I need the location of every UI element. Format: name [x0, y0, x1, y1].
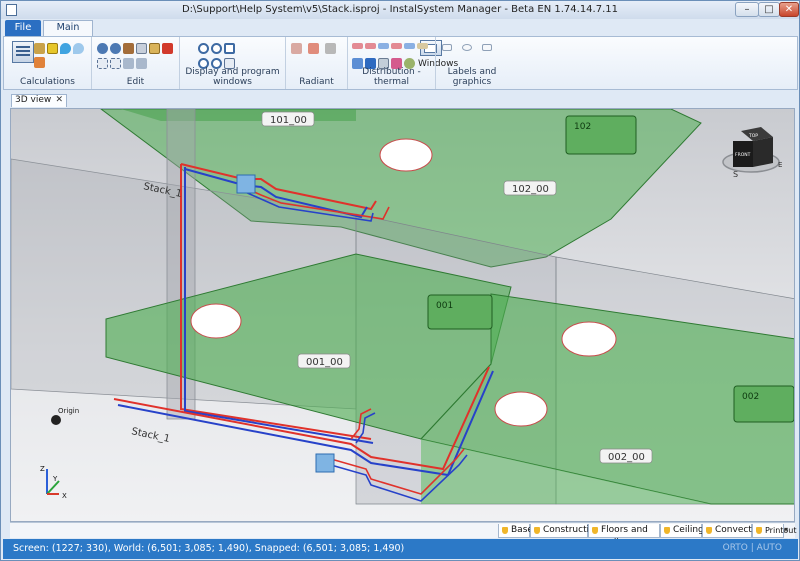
status-bar: Screen: (1227; 330), World: (6,501; 3,08…	[3, 539, 798, 559]
drop-light-icon[interactable]	[73, 43, 84, 54]
orto-toggle[interactable]: ORTO	[723, 543, 748, 553]
tab-3d-view-label: 3D view	[15, 95, 52, 105]
view-cube-front-label: FRONT	[735, 152, 751, 158]
redo-icon[interactable]	[110, 43, 121, 54]
compass-south: S	[733, 170, 738, 179]
ribbon-group-distribution: Distribution - thermal	[348, 37, 436, 89]
edit-label: Edit	[126, 77, 145, 87]
radiant-settings-icon[interactable]	[325, 43, 336, 54]
origin-marker	[51, 415, 61, 425]
auto-toggle[interactable]: AUTO	[757, 543, 782, 553]
window-title: D:\Support\Help System\v5\Stack.isproj -…	[181, 4, 618, 15]
report-icon[interactable]	[34, 43, 45, 54]
info-plate-002-title: 002	[742, 392, 759, 402]
room-circle-2	[190, 303, 242, 339]
room-tag-1: 101_00	[270, 115, 307, 126]
more-tabs-icon[interactable]: ▾	[784, 525, 788, 534]
manifold-lower	[315, 453, 335, 473]
room-tag-4: 002_00	[608, 452, 645, 463]
ribbon-group-labels: Labels and graphics	[436, 37, 508, 89]
document-tab-strip: 3D view ✕	[3, 93, 798, 107]
check-icon[interactable]	[47, 43, 58, 54]
info-plate-001-title: 001	[436, 301, 453, 311]
maximize-button[interactable]: □	[758, 2, 780, 17]
ribbon-group-display: Windows Display and program windows	[180, 37, 458, 89]
axis-x-label: X	[62, 492, 67, 500]
zoom-in-icon[interactable]	[198, 43, 209, 54]
tab-ceiling[interactable]: Ceiling	[660, 524, 704, 538]
manifold-upper	[236, 174, 256, 194]
ribbon-tab-row: File Main tools	[1, 19, 799, 47]
label-ellipse-icon[interactable]	[462, 44, 472, 51]
room-tag-3: 001_00	[306, 357, 343, 368]
info-plate-102-title: 102	[574, 122, 591, 132]
compass-east: E	[778, 161, 782, 169]
tab-3d-view[interactable]: 3D view ✕	[11, 94, 67, 107]
paste-icon[interactable]	[149, 43, 160, 54]
label-rectangle-icon[interactable]	[442, 44, 452, 51]
pipe-return-icon[interactable]	[365, 43, 376, 49]
copy-icon[interactable]	[136, 43, 147, 54]
3d-scene[interactable]: 101_00 102_00 001_00 002_00 102 001 002 …	[11, 109, 795, 522]
3d-viewport[interactable]: 101_00 102_00 001_00 002_00 102 001 002 …	[10, 108, 795, 522]
room-tag-2: 102_00	[512, 184, 549, 195]
close-button[interactable]: ✕	[779, 2, 799, 17]
calculations-label: Calculations	[20, 77, 75, 87]
tab-file[interactable]: File	[5, 20, 41, 36]
status-coordinates: Screen: (1227; 330), World: (6,501; 3,08…	[13, 543, 405, 554]
radiant-label: Radiant	[299, 77, 334, 87]
tab-convector[interactable]: Convector	[702, 524, 761, 538]
pipe-blue-icon[interactable]	[378, 43, 389, 49]
tab-floors-and-walls[interactable]: Floors and walls	[588, 524, 660, 548]
pipe-misc-icon[interactable]	[417, 43, 428, 49]
tab-construction[interactable]: Construction	[530, 524, 600, 538]
axis-z-label: Z	[40, 465, 45, 473]
zoom-out-icon[interactable]	[211, 43, 222, 54]
pipe-pair-icon[interactable]	[404, 43, 415, 49]
ribbon-group-radiant: Radiant	[286, 37, 348, 89]
drop-icon[interactable]	[60, 43, 71, 54]
tab-main-tools[interactable]: Main tools	[43, 20, 93, 47]
zoom-extents-icon[interactable]	[224, 43, 235, 54]
radiant-loop-icon[interactable]	[291, 43, 302, 54]
tab-close-icon[interactable]: ✕	[55, 95, 63, 106]
room-circle-3	[561, 321, 617, 357]
tab-base[interactable]: Base	[498, 524, 533, 538]
ribbon-group-edit: Edit	[92, 37, 180, 89]
pipe-red-icon[interactable]	[391, 43, 402, 49]
layer-tab-strip: Base Construction Floors and walls Ceili…	[10, 522, 797, 548]
status-modes: ORTO | AUTO	[723, 539, 782, 558]
minimize-button[interactable]: –	[735, 2, 759, 17]
stack-label-lower: Stack_1	[130, 426, 170, 445]
pipe-supply-icon[interactable]	[352, 43, 363, 49]
duplicate-icon[interactable]	[136, 58, 147, 69]
calculations-icon[interactable]	[12, 41, 34, 63]
label-flag-icon[interactable]	[482, 44, 492, 51]
origin-label: Origin	[58, 407, 79, 415]
room-circle-1	[379, 138, 433, 172]
radiant-zone-icon[interactable]	[308, 43, 319, 54]
labels-label: Labels and graphics	[447, 67, 497, 87]
ribbon-group-calculations: Calculations	[4, 37, 92, 89]
display-label: Display and program windows	[185, 67, 280, 87]
room-circle-4	[494, 391, 548, 427]
tab-printout[interactable]: Printout	[752, 524, 797, 538]
cut-icon[interactable]	[123, 43, 134, 54]
undo-icon[interactable]	[97, 43, 108, 54]
ribbon: Calculations Edit Windows Display and pr…	[3, 36, 798, 90]
axis-y-label: Y	[52, 475, 58, 483]
select-icon[interactable]	[97, 58, 108, 69]
app-window: D:\Support\Help System\v5\Stack.isproj -…	[0, 0, 800, 561]
upper-room-101	[121, 109, 356, 121]
delete-icon[interactable]	[162, 43, 173, 54]
distribution-label: Distribution - thermal	[362, 67, 421, 87]
view-cube-top-label: TOP	[748, 133, 758, 139]
move-icon[interactable]	[123, 58, 134, 69]
view-cube-side[interactable]	[753, 137, 773, 167]
title-bar: D:\Support\Help System\v5\Stack.isproj -…	[1, 1, 799, 19]
mode-separator: |	[750, 543, 754, 553]
tools-icon[interactable]	[34, 57, 45, 68]
select-all-icon[interactable]	[110, 58, 121, 69]
